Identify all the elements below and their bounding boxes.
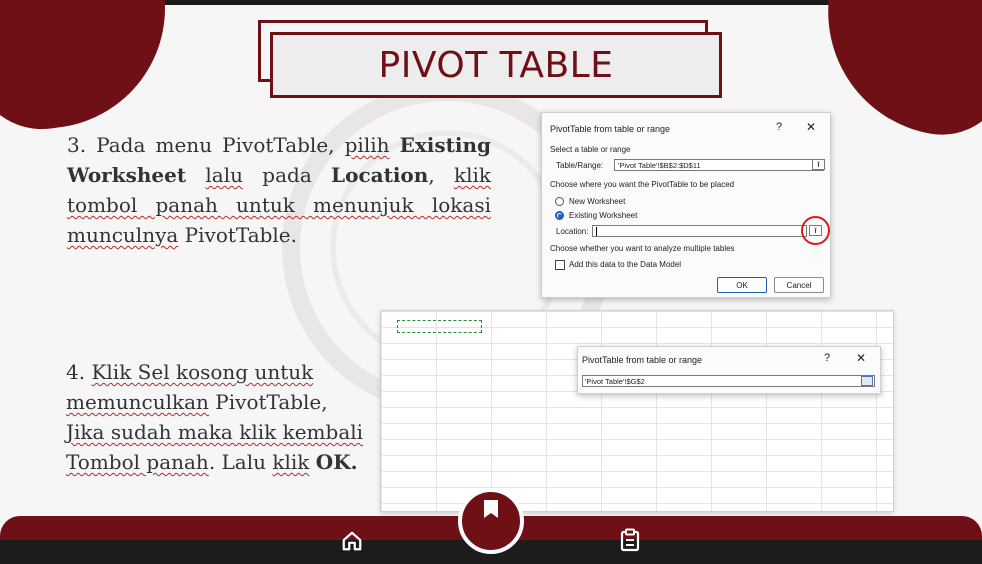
data-model-checkbox[interactable] xyxy=(555,260,565,270)
step3-text: 3. Pada menu PivotTable, pilih Existing … xyxy=(67,130,491,250)
location-input[interactable]: 'Pivot Table'!$G$2 xyxy=(582,375,875,387)
bookmark-icon[interactable] xyxy=(458,488,524,554)
expand-dialog-button[interactable] xyxy=(861,376,873,386)
pivottable-dialog: PivotTable from table or range ? ✕ Selec… xyxy=(541,112,831,298)
radio-existing-worksheet-label: Existing Worksheet xyxy=(569,211,638,220)
close-icon[interactable]: ✕ xyxy=(806,120,816,134)
decor-blob-left xyxy=(0,0,181,139)
help-button[interactable]: ? xyxy=(776,121,782,133)
step4-bold-ok: OK. xyxy=(315,450,358,474)
pivottable-dialog-collapsed: PivotTable from table or range ? ✕ 'Pivo… xyxy=(577,346,881,394)
title-frame: PIVOT TABLE xyxy=(270,32,722,98)
step3-part: PivotTable. xyxy=(178,223,298,247)
section-multiple-tables: Choose whether you want to analyze multi… xyxy=(550,244,735,253)
selected-cell[interactable] xyxy=(397,320,482,333)
table-range-input[interactable]: 'Pivot Table'!$B$2:$D$11 xyxy=(614,159,824,171)
step3-part: lalu xyxy=(205,163,243,187)
grid-lines xyxy=(381,311,893,511)
help-button[interactable]: ? xyxy=(824,352,830,364)
step3-part xyxy=(390,133,400,157)
bookmark-glyph xyxy=(484,500,498,518)
page-title: PIVOT TABLE xyxy=(378,44,614,86)
step3-part: pada xyxy=(242,163,332,187)
location-label: Location: xyxy=(556,227,589,236)
radio-existing-worksheet[interactable] xyxy=(555,211,564,220)
spreadsheet-grid[interactable] xyxy=(380,310,894,512)
step3-part: pilih xyxy=(344,133,390,157)
table-range-label: Table/Range: xyxy=(556,161,604,170)
section-placement: Choose where you want the PivotTable to … xyxy=(550,180,735,189)
decor-blob-right xyxy=(808,0,982,146)
dialog-title: PivotTable from table or range xyxy=(582,355,703,365)
radio-new-worksheet[interactable] xyxy=(555,197,564,206)
step4-part: klik xyxy=(272,450,310,474)
step3-bold-location: Location xyxy=(331,163,429,187)
section-select-range: Select a table or range xyxy=(550,145,631,154)
radio-new-worksheet-label: New Worksheet xyxy=(569,197,626,206)
step3-part xyxy=(186,163,205,187)
step4-part: PivotTable, xyxy=(208,390,328,414)
step3-part: 3. Pada menu PivotTable, xyxy=(67,133,345,157)
clipboard-icon[interactable] xyxy=(619,528,641,552)
close-icon[interactable]: ✕ xyxy=(856,351,866,365)
location-input[interactable] xyxy=(592,225,807,237)
range-collapse-button[interactable]: ⭱ xyxy=(812,159,825,170)
home-icon[interactable] xyxy=(341,530,363,552)
step3-part: , xyxy=(428,163,454,187)
step4-part: 4. xyxy=(66,360,92,384)
dialog-title: PivotTable from table or range xyxy=(550,124,671,134)
step4-part: . Lalu xyxy=(208,450,273,474)
data-model-label: Add this data to the Data Model xyxy=(569,260,682,269)
text-caret xyxy=(596,227,597,236)
highlight-circle xyxy=(801,216,830,245)
step4-text: 4. Klik Sel kosong untuk memunculkan Piv… xyxy=(66,357,366,477)
ok-button[interactable]: OK xyxy=(717,277,767,293)
cancel-button[interactable]: Cancel xyxy=(774,277,824,293)
